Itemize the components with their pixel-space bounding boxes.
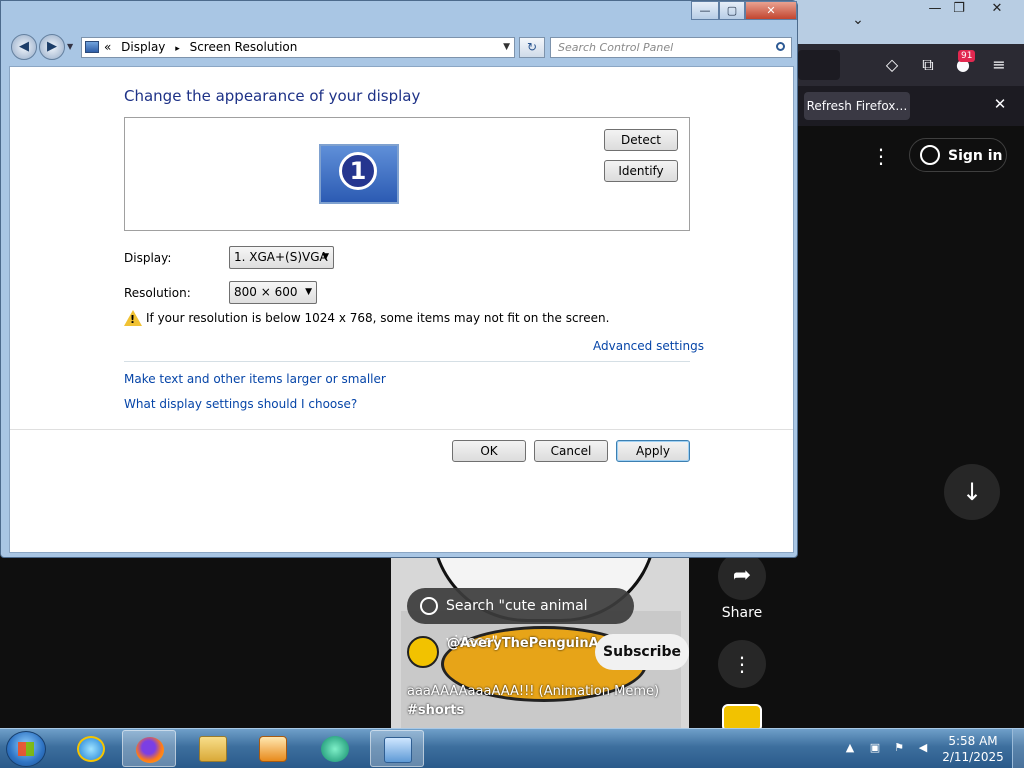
display-label: Display: [124,251,172,265]
display-select-value: 1. XGA+(S)VGA [234,250,328,264]
close-notification-icon[interactable]: ✕ [990,94,1010,114]
start-button-windows-icon[interactable] [6,731,46,767]
display-select[interactable]: 1. XGA+(S)VGA ▼ [229,246,334,269]
search-icon [420,597,438,615]
clock-date: 2/11/2025 [942,750,1004,764]
pocket-icon[interactable]: ◇ [881,54,903,76]
back-arrow-icon[interactable]: ◀ [11,34,37,60]
control-panel-small-icon [85,41,99,53]
page-title: Change the appearance of your display [124,87,421,105]
breadcrumb-screen-resolution[interactable]: Screen Resolution [190,40,298,54]
cancel-button[interactable]: Cancel [534,440,608,462]
address-dropdown-icon[interactable]: ▼ [503,38,510,57]
internet-explorer-icon [77,736,105,762]
show-hidden-icons-arrow-icon[interactable]: ▲ [842,741,858,755]
screen-resolution-window: — ▢ ✕ ◀ ▶ ▼ « Display ▸ Screen Resolutio… [0,0,798,558]
monitor-preview-area: 1 Detect Identify [124,117,690,231]
advanced-settings-link[interactable]: Advanced settings [593,339,704,353]
short-suggested-search-chip[interactable]: Search "cute animal videos" [407,588,634,650]
system-clock[interactable]: 5:58 AM 2/11/2025 [940,733,1006,765]
firefox-restore-button[interactable]: ❐ [940,0,978,18]
section-divider [124,361,690,362]
taskbar-media-player[interactable] [246,730,300,767]
display-settings-help-link[interactable]: What display settings should I choose? [124,397,357,411]
taskbar-internet-explorer[interactable] [64,730,118,767]
media-player-icon [259,736,287,762]
breadcrumb-overflow[interactable]: « [104,40,111,54]
next-short-down-arrow-icon[interactable]: ↓ [944,464,1000,520]
window-controls: — ▢ ✕ [691,1,797,20]
warning-icon: ! [124,310,142,326]
search-input[interactable]: Search Control Panel [550,37,792,58]
subscribe-button[interactable]: Subscribe [595,634,689,670]
resolution-warning-text: If your resolution is below 1024 x 768, … [146,311,610,325]
taskbar-firefox[interactable] [122,730,176,767]
resolution-label: Resolution: [124,286,191,300]
minimize-button[interactable]: — [691,1,719,20]
maximize-button[interactable]: ▢ [719,1,745,20]
resolution-select[interactable]: 800 × 600 ▼ [229,281,317,304]
refresh-firefox-button[interactable]: Refresh Firefox… [804,92,910,120]
taskbar-media-center[interactable] [308,730,362,767]
more-actions-dots-icon[interactable]: ⋮ [718,640,766,688]
chevron-down-icon: ▼ [322,252,329,262]
monitor-1-icon[interactable]: 1 [319,144,399,204]
youtube-sign-in-button[interactable]: Sign in [909,138,1007,172]
list-all-tabs-chevron-icon[interactable]: ⌄ [848,12,868,32]
footer-divider [10,429,793,430]
control-panel-icon [384,737,412,763]
identify-button[interactable]: Identify [604,160,678,182]
volume-muted-icon[interactable]: ◀ [915,741,931,755]
channel-avatar[interactable] [407,636,439,668]
account-circle-icon [920,145,940,165]
firefox-close-button[interactable]: ✕ [978,0,1016,18]
chevron-down-icon: ▼ [305,287,312,297]
hamburger-menu-icon[interactable]: ≡ [988,54,1010,76]
short-title[interactable]: aaaAAAAaaaAAA!!! (Animation Meme) #short… [407,682,687,720]
show-desktop-button[interactable] [1012,729,1024,768]
file-explorer-icon [199,736,227,762]
monitor-number: 1 [339,152,377,190]
firefox-icon [136,737,164,763]
share-arrow-icon[interactable]: ➦ [718,552,766,600]
apply-button[interactable]: Apply [616,440,690,462]
short-title-text: aaaAAAAaaaAAA!!! (Animation Meme) [407,684,660,699]
extensions-icon[interactable]: ⧉ [917,54,939,76]
refresh-icon[interactable]: ↻ [519,37,545,58]
address-bar[interactable]: « Display ▸ Screen Resolution ▼ [81,37,515,58]
breadcrumb-separator-icon[interactable]: ▸ [175,44,180,54]
search-icon[interactable] [776,42,785,51]
search-placeholder: Search Control Panel [558,41,674,54]
notification-badge: 91 [958,50,976,62]
recent-pages-chevron-icon[interactable]: ▼ [67,42,77,52]
action-center-flag-icon[interactable]: ⚑ [891,741,907,755]
clock-time: 5:58 AM [948,734,998,748]
close-button[interactable]: ✕ [745,1,797,20]
media-center-icon [321,736,349,762]
youtube-settings-dots-icon[interactable]: ⋮ [868,143,894,169]
network-icon[interactable]: ▣ [867,741,883,755]
screen-resolution-content: Change the appearance of your display 1 … [9,66,794,553]
firefox-url-bar[interactable] [798,50,840,80]
resolution-select-value: 800 × 600 [234,285,298,299]
sign-in-label: Sign in [948,148,1003,164]
short-hashtag[interactable]: #shorts [407,701,687,720]
forward-arrow-icon[interactable]: ▶ [39,34,65,60]
ok-button[interactable]: OK [452,440,526,462]
taskbar-control-panel[interactable] [370,730,424,767]
detect-button[interactable]: Detect [604,129,678,151]
taskbar-file-explorer[interactable] [186,730,240,767]
channel-name[interactable]: @AveryThePenguinAnimations [447,634,671,653]
breadcrumb-display[interactable]: Display [121,40,165,54]
text-size-link[interactable]: Make text and other items larger or smal… [124,372,386,386]
share-label: Share [721,605,763,621]
